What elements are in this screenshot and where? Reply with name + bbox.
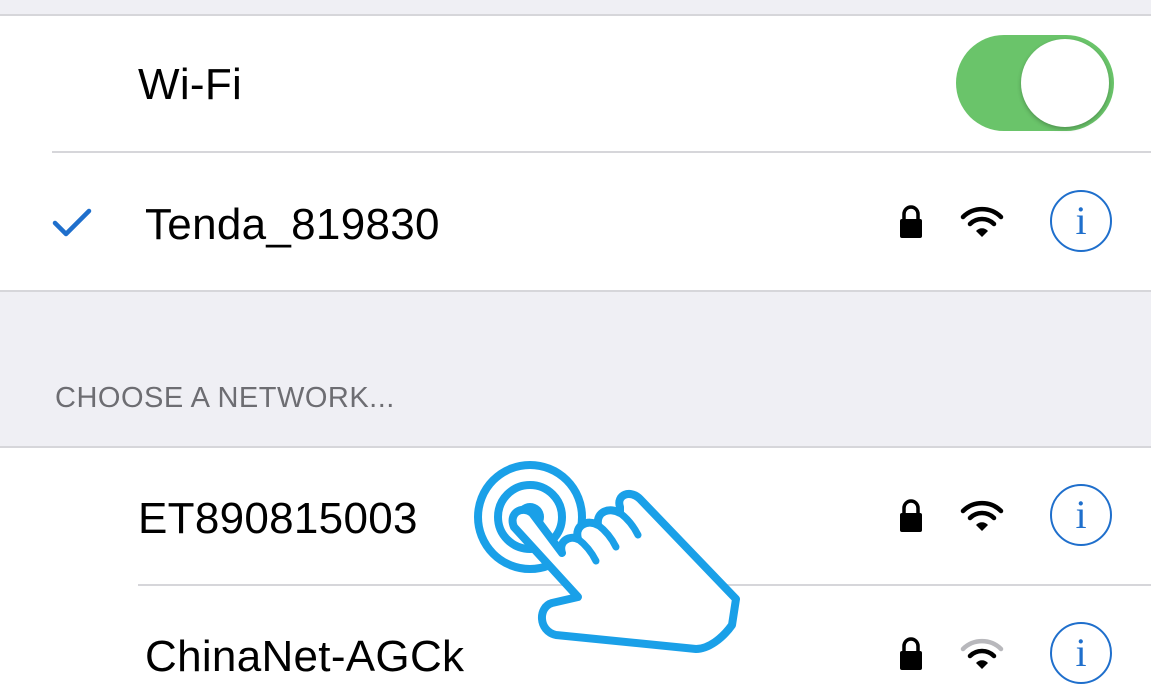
connected-network-row[interactable]: Tenda_819830 i [0, 153, 1151, 290]
wifi-label: Wi-Fi [138, 60, 243, 109]
lock-icon [900, 499, 922, 532]
info-button[interactable]: i [1050, 622, 1112, 684]
network-ssid: ChinaNet-AGCk [145, 632, 465, 681]
section-gap [0, 291, 1151, 446]
checkmark-icon [52, 208, 92, 237]
wifi-signal-icon [960, 206, 1004, 237]
wifi-toggle[interactable] [956, 35, 1114, 131]
lock-icon [900, 637, 922, 670]
toggle-knob [1021, 39, 1109, 127]
wifi-weak-signal-icon [960, 638, 1004, 669]
wifi-settings-screen: Wi-Fi Tenda_819830 i CHOOSE A NETWORK...… [0, 0, 1151, 686]
separator [0, 290, 1151, 292]
top-group-background [0, 0, 1151, 16]
wifi-signal-icon [960, 500, 1004, 531]
info-button[interactable]: i [1050, 484, 1112, 546]
network-ssid: ET890815003 [138, 494, 418, 543]
connected-ssid: Tenda_819830 [145, 200, 440, 249]
info-button[interactable]: i [1050, 190, 1112, 252]
network-row[interactable]: ChinaNet-AGCk i [0, 586, 1151, 686]
choose-network-header: CHOOSE A NETWORK... [55, 382, 395, 414]
network-row[interactable]: ET890815003 i [0, 448, 1151, 584]
lock-icon [900, 205, 922, 238]
wifi-toggle-row: Wi-Fi [0, 16, 1151, 152]
